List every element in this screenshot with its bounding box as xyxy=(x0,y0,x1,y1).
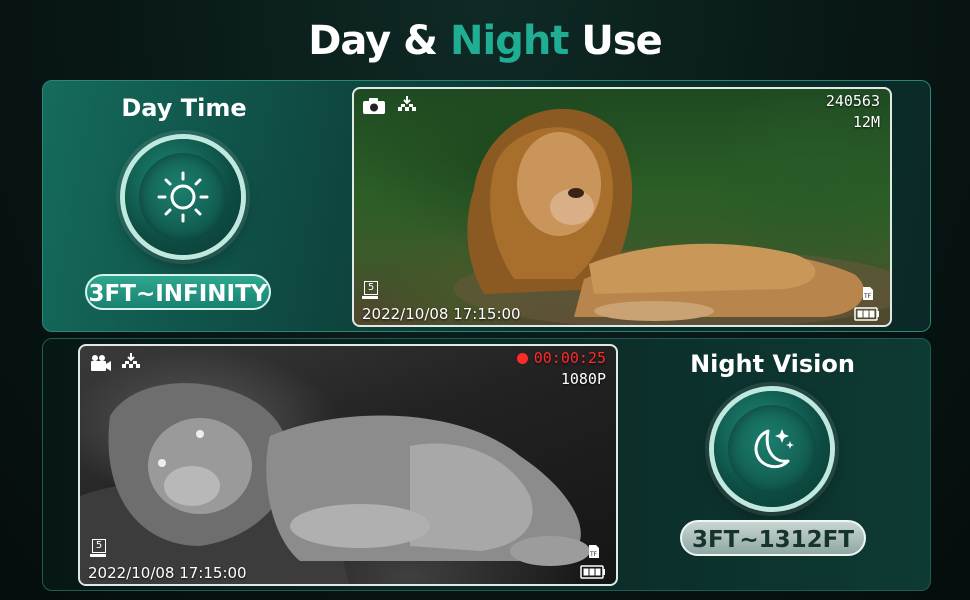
channel-indicator: 5 xyxy=(362,281,380,299)
camera-icon xyxy=(363,98,385,114)
antenna-icon xyxy=(122,353,140,368)
tf-card-icon: TF xyxy=(863,287,873,300)
sun-icon xyxy=(157,171,209,223)
day-camera-preview: 240563 12M 5 2022/10/08 17:15:00 TF xyxy=(352,87,892,327)
night-range-badge: 3FT~1312FT xyxy=(680,520,866,556)
day-range-badge: 3FT~INFINITY xyxy=(85,274,271,310)
photo-resolution: 12M xyxy=(852,113,880,131)
title-part-1: Day & xyxy=(308,18,450,64)
day-time-label: Day Time xyxy=(121,94,247,122)
title-accent: Night xyxy=(450,18,569,64)
night-orb xyxy=(714,391,830,507)
antenna-icon xyxy=(398,96,416,111)
photo-count: 240563 xyxy=(825,92,880,110)
battery-icon xyxy=(580,565,605,579)
battery-icon xyxy=(854,307,879,321)
channel-indicator: 5 xyxy=(90,539,108,557)
capture-datetime: 2022/10/08 17:15:00 xyxy=(362,305,521,323)
page-title: Day & Night Use xyxy=(0,18,970,64)
tf-card-icon: TF xyxy=(589,545,599,558)
title-part-2: Use xyxy=(568,18,662,64)
recording-timer: 00:00:25 xyxy=(516,349,606,367)
moon-stars-icon xyxy=(754,429,794,469)
day-orb xyxy=(125,139,241,255)
svg-text:TF: TF xyxy=(589,551,598,558)
night-lion-photo xyxy=(80,383,590,584)
night-camera-preview: 00:00:25 1080P 5 2022/10/08 17:15:00 TF xyxy=(78,344,618,586)
video-resolution: 1080P xyxy=(560,370,606,388)
svg-text:TF: TF xyxy=(863,293,872,300)
lion-photo xyxy=(454,108,890,325)
video-camera-icon xyxy=(91,355,111,371)
capture-datetime: 2022/10/08 17:15:00 xyxy=(88,564,247,582)
record-dot-icon xyxy=(516,353,528,364)
night-vision-label: Night Vision xyxy=(690,350,855,378)
